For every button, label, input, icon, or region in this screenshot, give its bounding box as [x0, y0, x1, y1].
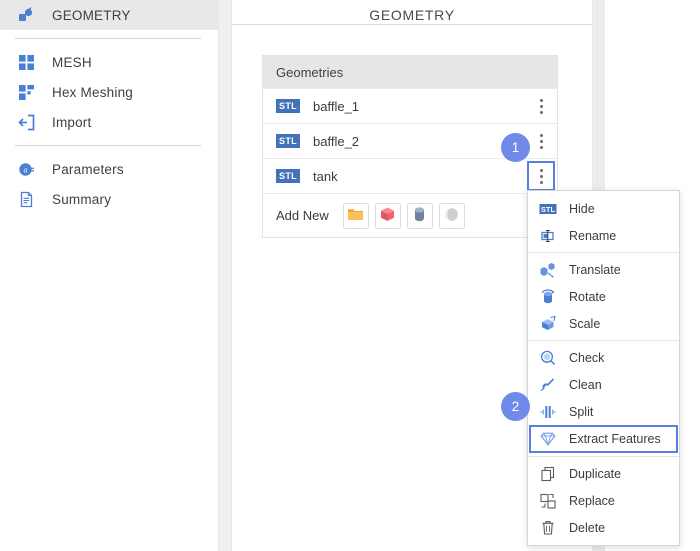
svg-text:STL: STL	[541, 205, 556, 214]
menu-item-label: Hide	[569, 201, 595, 216]
sidebar-item-label: GEOMETRY	[52, 7, 131, 23]
panel-splitter[interactable]	[218, 0, 232, 551]
menu-item-extract-features[interactable]: Extract Features	[529, 425, 678, 453]
summary-icon	[15, 188, 37, 210]
menu-item-replace[interactable]: Replace	[528, 487, 679, 514]
menu-item-label: Split	[569, 404, 594, 419]
menu-item-label: Clean	[569, 377, 602, 392]
menu-item-label: Extract Features	[569, 432, 661, 446]
svg-text:a: a	[23, 165, 27, 174]
menu-item-translate[interactable]: Translate	[528, 256, 679, 283]
sidebar-item-geometry[interactable]: GEOMETRY	[0, 0, 218, 30]
add-new-label: Add New	[276, 208, 329, 223]
row-menu-button[interactable]	[528, 93, 554, 119]
stl-hide-icon: STL	[539, 200, 557, 218]
menu-item-check[interactable]: Check	[528, 344, 679, 371]
add-folder-button[interactable]	[342, 202, 369, 229]
sidebar-item-import[interactable]: Import	[0, 107, 218, 137]
rename-icon	[539, 227, 557, 245]
menu-divider-1	[528, 252, 679, 253]
diamond-icon	[539, 430, 557, 448]
add-cube-button[interactable]	[374, 202, 401, 229]
menu-item-label: Duplicate	[569, 466, 622, 481]
menu-item-rotate[interactable]: Rotate	[528, 283, 679, 310]
step-badge-1: 1	[501, 133, 530, 162]
menu-item-label: Scale	[569, 316, 601, 331]
duplicate-icon	[539, 465, 557, 483]
page-title: GEOMETRY	[369, 7, 455, 23]
menu-item-rename[interactable]: Rename	[528, 222, 679, 249]
menu-item-clean[interactable]: Clean	[528, 371, 679, 398]
geometry-name: tank	[313, 168, 338, 184]
geometry-name: baffle_2	[313, 133, 360, 149]
menu-item-duplicate[interactable]: Duplicate	[528, 460, 679, 487]
replace-icon	[539, 492, 557, 510]
table-row[interactable]: STL tank	[263, 158, 557, 193]
menu-item-hide[interactable]: STL Hide	[528, 195, 679, 222]
menu-item-label: Rotate	[569, 289, 606, 304]
menu-divider-3	[528, 456, 679, 457]
geometries-card-header: Geometries	[263, 56, 557, 88]
hex-meshing-icon	[15, 81, 37, 103]
row-menu-button-active[interactable]	[527, 161, 555, 191]
sidebar: GEOMETRY MESH Hex Meshing Import a Param…	[0, 0, 218, 551]
sidebar-divider-1	[15, 38, 201, 39]
import-icon	[15, 111, 37, 133]
menu-item-split[interactable]: Split	[528, 398, 679, 425]
mesh-icon	[15, 51, 37, 73]
menu-item-delete[interactable]: Delete	[528, 514, 679, 541]
step-badge-2: 2	[501, 392, 530, 421]
geometry-name: baffle_1	[313, 98, 360, 114]
menu-item-label: Check	[569, 350, 605, 365]
menu-item-label: Delete	[569, 520, 606, 535]
menu-item-label: Rename	[569, 228, 617, 243]
add-new-row: Add New	[263, 193, 557, 237]
split-icon	[539, 403, 557, 421]
sidebar-item-hex-meshing[interactable]: Hex Meshing	[0, 77, 218, 107]
sidebar-item-label: MESH	[52, 54, 92, 70]
sidebar-item-label: Parameters	[52, 161, 124, 177]
geometry-context-menu: STL Hide Rename Translate Rotate Scale C…	[527, 190, 680, 546]
sidebar-item-label: Import	[52, 114, 92, 130]
folder-icon	[347, 207, 364, 225]
scale-icon	[539, 315, 557, 333]
trash-icon	[539, 519, 557, 537]
menu-item-label: Translate	[569, 262, 621, 277]
menu-divider-2	[528, 340, 679, 341]
sidebar-item-label: Summary	[52, 191, 112, 207]
add-sphere-button[interactable]	[438, 202, 465, 229]
rotate-icon	[539, 288, 557, 306]
sidebar-item-summary[interactable]: Summary	[0, 184, 218, 214]
sphere-icon	[443, 206, 460, 226]
sidebar-item-label: Hex Meshing	[52, 84, 133, 100]
stl-badge: STL	[276, 99, 300, 113]
menu-item-scale[interactable]: Scale	[528, 310, 679, 337]
clean-broom-icon	[539, 376, 557, 394]
geometry-icon	[15, 4, 37, 26]
translate-icon	[539, 261, 557, 279]
add-cylinder-button[interactable]	[406, 202, 433, 229]
table-row[interactable]: STL baffle_1	[263, 88, 557, 123]
sidebar-item-parameters[interactable]: a Parameters	[0, 154, 218, 184]
parameters-icon: a	[15, 158, 37, 180]
stl-badge: STL	[276, 169, 300, 183]
sidebar-divider-2	[15, 145, 201, 146]
stl-badge: STL	[276, 134, 300, 148]
title-divider	[232, 24, 592, 25]
row-menu-button[interactable]	[528, 128, 554, 154]
cylinder-icon	[411, 206, 428, 226]
cube-icon	[379, 206, 396, 226]
menu-item-label: Replace	[569, 493, 615, 508]
sidebar-item-mesh[interactable]: MESH	[0, 47, 218, 77]
check-magnifier-icon	[539, 349, 557, 367]
